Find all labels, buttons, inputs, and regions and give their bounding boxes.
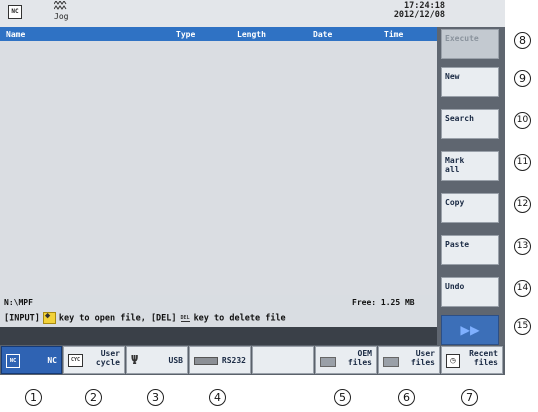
column-time[interactable]: Time [384, 30, 403, 39]
hint-input: [INPUT] [4, 313, 40, 324]
softkey-label: User cycle [95, 349, 120, 367]
softkey-user[interactable]: CYC User cycle [63, 346, 125, 374]
softkey-mark[interactable]: Mark all [441, 151, 499, 181]
softkey-label: USB [168, 356, 183, 365]
softkey-copy[interactable]: Copy [441, 193, 499, 223]
hint-line: [INPUT] key to open file, [DEL]DELkey to … [4, 311, 286, 324]
column-type[interactable]: Type [176, 30, 195, 39]
callout-11: 11 [514, 154, 531, 171]
callout-5: 5 [334, 389, 351, 406]
rs232-icon [194, 357, 218, 365]
softkey-label: NC [47, 356, 57, 365]
softkey-rs232[interactable]: RS232 [189, 346, 251, 374]
softkey-recent[interactable]: ◷ Recent files [441, 346, 503, 374]
dialog-status-bar [0, 327, 437, 345]
callout-15: 15 [514, 318, 531, 335]
next-page-softkey[interactable]: ▶▶ [441, 315, 499, 345]
column-length[interactable]: Length [237, 30, 266, 39]
column-date[interactable]: Date [313, 30, 332, 39]
cycle-icon: CYC [68, 354, 83, 367]
free-space: Free: 1.25 MB [352, 298, 415, 307]
file-manager-screen: NC Jog 17:24:18 2012/12/08 Name Type Len… [0, 0, 505, 375]
softkey-new[interactable]: New [441, 67, 499, 97]
softkey-execute[interactable]: Execute [441, 29, 499, 59]
callout-1: 1 [25, 389, 42, 406]
recent-icon: ◷ [446, 354, 460, 368]
callout-13: 13 [514, 238, 531, 255]
top-status-bar: NC Jog 17:24:18 2012/12/08 [0, 0, 505, 27]
callout-12: 12 [514, 196, 531, 213]
callout-4: 4 [209, 389, 226, 406]
callout-8: 8 [514, 32, 531, 49]
hint-delete: key to delete file [193, 313, 286, 324]
folder-icon [383, 357, 399, 367]
folder-icon [320, 357, 336, 367]
input-key-icon [42, 311, 56, 324]
file-list[interactable] [0, 41, 437, 295]
softkey-oem[interactable]: OEM files [315, 346, 377, 374]
mode-label: Jog [54, 12, 69, 21]
date-text: 2012/12/08 [393, 10, 445, 20]
nc-channel-icon: NC [8, 5, 22, 19]
softkey-nc[interactable]: NC NC [1, 346, 62, 374]
softkey-search[interactable]: Search [441, 109, 499, 139]
hint-open: key to open file, [DEL] [58, 313, 177, 324]
softkey-label: Recent files [469, 349, 498, 367]
softkey-label: RS232 [221, 356, 246, 365]
softkey-label: OEM files [347, 349, 372, 367]
softkey-undo[interactable]: Undo [441, 277, 499, 307]
softkey-usb[interactable]: Ψ USB [126, 346, 188, 374]
callout-2: 2 [85, 389, 102, 406]
current-path: N:\MPF [4, 298, 33, 307]
callout-7: 7 [461, 389, 478, 406]
column-name[interactable]: Name [6, 30, 25, 39]
callout-14: 14 [514, 280, 531, 297]
softkey-user[interactable]: User files [378, 346, 440, 374]
del-key-icon: DEL [180, 314, 190, 322]
softkey-label: User files [410, 349, 435, 367]
nc-icon: NC [6, 354, 20, 368]
softkey-empty[interactable] [252, 346, 314, 374]
jog-wave-icon [54, 1, 67, 10]
clock: 17:24:18 2012/12/08 [394, 2, 445, 20]
usb-icon: Ψ [131, 353, 139, 367]
softkey-paste[interactable]: Paste [441, 235, 499, 265]
callout-10: 10 [514, 112, 531, 129]
jog-mode-indicator: Jog [50, 0, 80, 26]
file-list-header: Name Type Length Date Time [0, 27, 437, 41]
callout-6: 6 [398, 389, 415, 406]
callout-3: 3 [147, 389, 164, 406]
callout-9: 9 [514, 70, 531, 87]
